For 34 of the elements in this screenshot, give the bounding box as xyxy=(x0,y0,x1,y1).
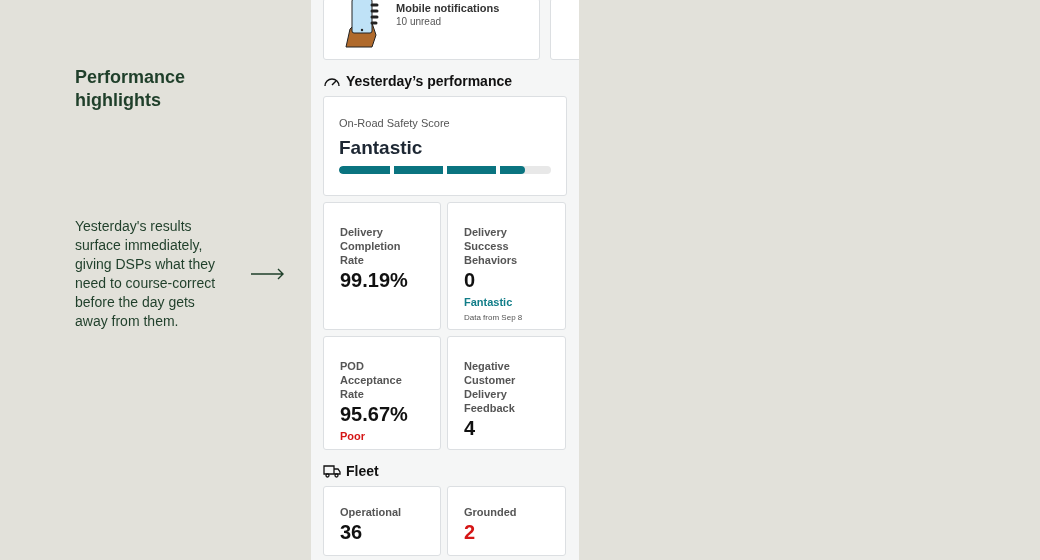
card-title: Mobile notifications xyxy=(396,2,500,14)
unread-count: 10 unread xyxy=(396,16,443,27)
metric-label: Delivery Completion Rate xyxy=(340,225,402,267)
section-heading: Yesterday’s performance xyxy=(346,73,512,89)
description-text: Yesterday's results surface immediately, giving DSPs what they need to course-correct before the day gets away from them. xyxy=(75,217,217,331)
metric-label: On-Road Safety Score xyxy=(339,117,451,129)
metric-label: Operational xyxy=(340,505,403,519)
metric-label: Negative Customer Delivery Feedback xyxy=(464,359,517,415)
metric-rating: Fantastic xyxy=(464,296,514,308)
arrow-icon xyxy=(251,268,285,280)
metric-value: 0 xyxy=(464,269,477,292)
safety-score-card[interactable]: On-Road Safety Score Fantastic xyxy=(323,96,567,196)
metric-note: Data from Sep 8 xyxy=(464,313,524,322)
metric-value: Fantastic xyxy=(339,137,424,159)
metric-card[interactable]: Negative Customer Delivery Feedback 4 xyxy=(447,336,566,450)
metric-card[interactable]: Delivery Completion Rate 99.19% xyxy=(323,202,441,330)
metric-rating: Poor xyxy=(340,430,367,442)
metric-label: Grounded xyxy=(464,505,518,519)
fleet-card[interactable]: Operational 36 xyxy=(323,486,441,556)
metric-value: 2 xyxy=(464,521,477,544)
notifications-card[interactable]: Mobile notifications 10 unread xyxy=(323,0,540,60)
metric-label: POD Acceptance Rate xyxy=(340,359,403,401)
metric-label: Delivery Success Behaviors xyxy=(464,225,519,267)
fleet-card[interactable]: Grounded 2 xyxy=(447,486,566,556)
section-heading: Fleet xyxy=(346,463,379,479)
metric-card[interactable]: POD Acceptance Rate 95.67% Poor xyxy=(323,336,441,450)
section-title: Performance highlights xyxy=(75,66,187,112)
metric-value: 4 xyxy=(464,417,477,440)
partial-card[interactable] xyxy=(550,0,579,60)
metric-value: 36 xyxy=(340,521,364,544)
truck-icon xyxy=(323,464,341,478)
metric-value: 99.19% xyxy=(340,269,409,292)
metric-value: 95.67% xyxy=(340,403,409,426)
metric-card[interactable]: Delivery Success Behaviors 0 Fantastic Data from Sep 8 xyxy=(447,202,566,330)
